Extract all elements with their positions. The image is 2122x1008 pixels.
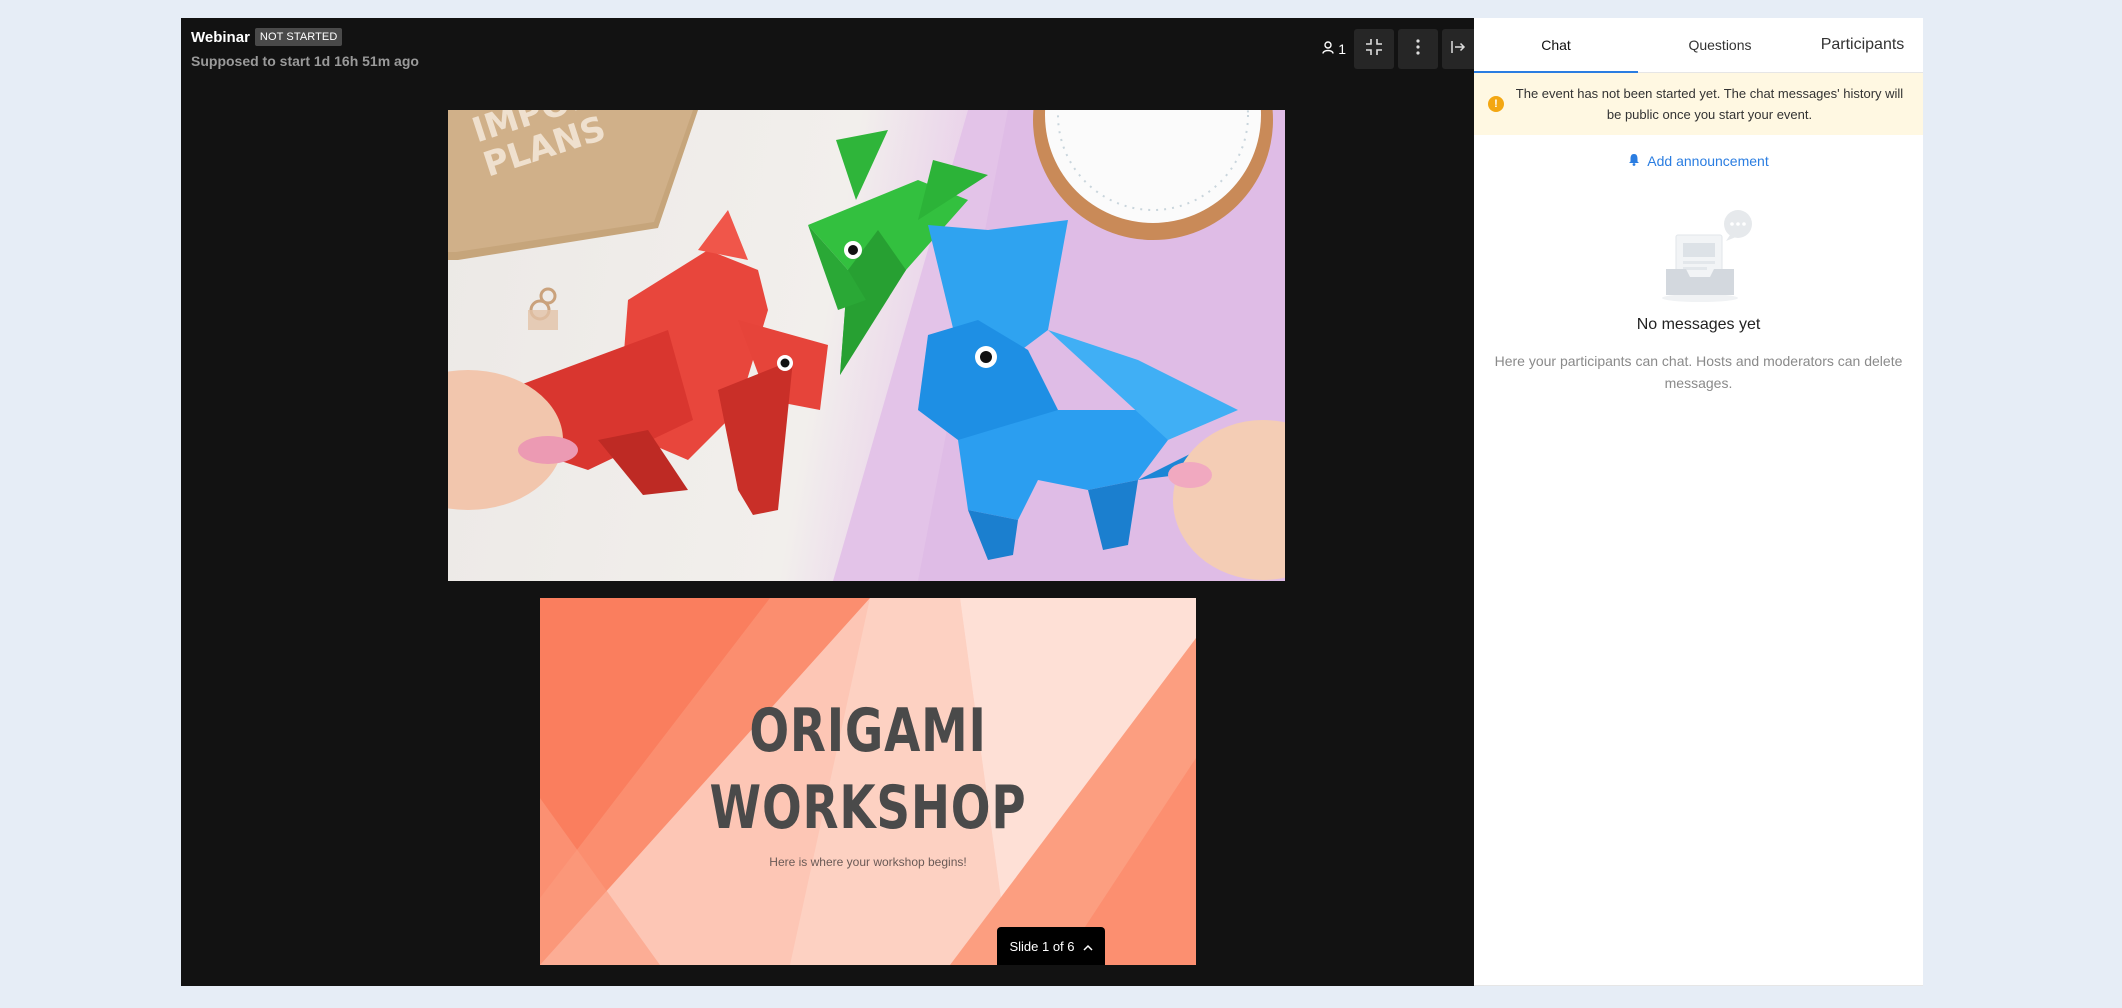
notice-text: The event has not been started yet. The …	[1515, 86, 1904, 122]
panel-tabs: Chat Questions Participants	[1474, 18, 1923, 73]
chevron-up-icon	[1082, 939, 1093, 954]
webinar-app: Webinar NOT STARTED Supposed to start 1d…	[181, 18, 1923, 986]
video-frame-illustration	[448, 110, 1285, 581]
bell-icon	[1628, 153, 1640, 169]
tab-chat[interactable]: Chat	[1474, 18, 1638, 73]
tab-questions[interactable]: Questions	[1638, 18, 1802, 72]
viewer-count-value: 1	[1338, 41, 1346, 57]
slide-subtitle: Here is where your workshop begins!	[769, 855, 967, 869]
collapse-icon	[1365, 38, 1383, 61]
inbox-illustration	[1654, 205, 1754, 305]
empty-state-title: No messages yet	[1636, 316, 1761, 333]
video-feed[interactable]: IMPORTANT PLANS	[448, 110, 1285, 581]
more-options-button[interactable]	[1398, 29, 1438, 69]
event-header: Webinar NOT STARTED	[191, 28, 343, 46]
slide-pager-button[interactable]: Slide 1 of 6	[997, 927, 1105, 965]
toggle-panel-button[interactable]	[1442, 29, 1474, 69]
stage-controls: 1	[1322, 29, 1474, 69]
status-badge: NOT STARTED	[254, 28, 343, 46]
tab-participants[interactable]: Participants	[1802, 18, 1923, 72]
side-panel: Chat Questions Participants ! The event …	[1474, 18, 1923, 986]
presentation-slide[interactable]: ORIGAMI WORKSHOP Here is where your work…	[540, 598, 1196, 965]
warning-icon: !	[1488, 96, 1504, 112]
viewer-count[interactable]: 1	[1322, 41, 1346, 57]
slide-title: ORIGAMI WORKSHOP	[709, 696, 1027, 843]
add-announcement-button[interactable]: Add announcement	[1474, 153, 1923, 169]
slide-pager-label: Slide 1 of 6	[1009, 938, 1075, 954]
add-announcement-label: Add announcement	[1647, 153, 1769, 169]
exit-panel-icon	[1450, 39, 1466, 60]
collapse-button[interactable]	[1354, 29, 1394, 69]
stage: Webinar NOT STARTED Supposed to start 1d…	[181, 18, 1474, 986]
event-name: Webinar	[191, 28, 250, 46]
not-started-notice: ! The event has not been started yet. Th…	[1474, 73, 1923, 135]
user-icon	[1322, 41, 1334, 57]
more-vertical-icon	[1416, 38, 1420, 60]
start-status-text: Supposed to start 1d 16h 51m ago	[191, 53, 419, 69]
empty-state-description: Here your participants can chat. Hosts a…	[1494, 353, 1903, 391]
